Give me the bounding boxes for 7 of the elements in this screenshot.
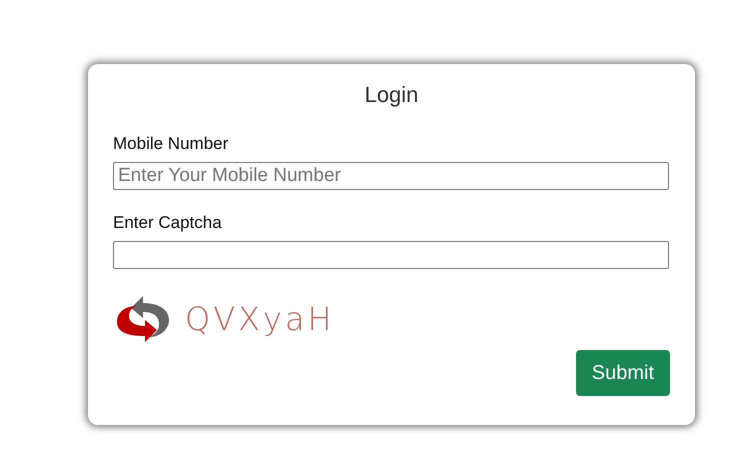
input-field[interactable] (113, 241, 669, 269)
field-label: Enter Captcha (113, 213, 223, 233)
captcha-text: QVXyaH (185, 300, 335, 338)
submit-button[interactable]: Submit (576, 350, 670, 396)
field-label: Mobile Number (113, 134, 230, 154)
form-title: Login (364, 82, 420, 108)
input-field[interactable]: Enter Your Mobile Number (113, 162, 669, 190)
